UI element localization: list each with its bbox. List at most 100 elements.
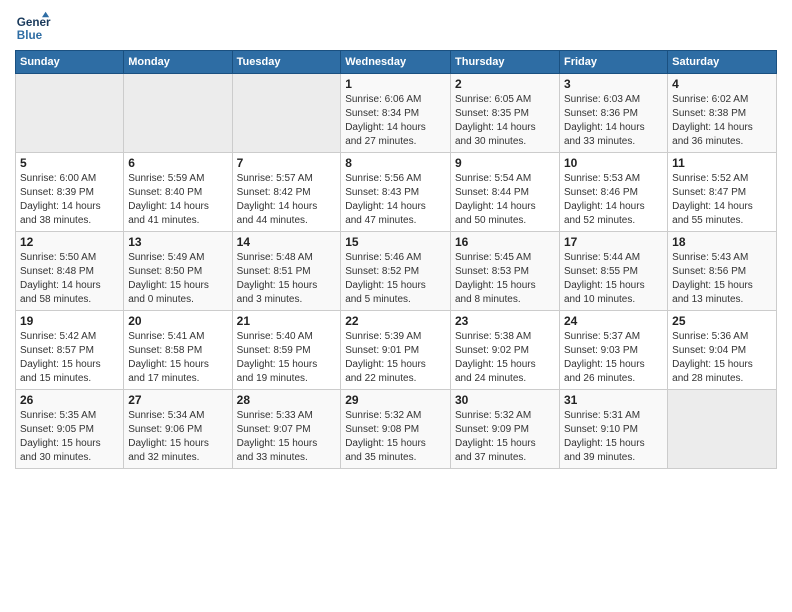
day-info: Sunrise: 5:44 AM Sunset: 8:55 PM Dayligh… — [564, 251, 663, 307]
svg-text:General: General — [17, 16, 51, 29]
calendar-cell: 17 Sunrise: 5:44 AM Sunset: 8:55 PM Dayli… — [559, 232, 667, 311]
dow-header: Sunday — [16, 51, 124, 74]
day-info: Sunrise: 5:42 AM Sunset: 8:57 PM Dayligh… — [20, 330, 119, 386]
calendar-cell: 28Sunrise: 5:33 AM Sunset: 9:07 PM Dayli… — [232, 390, 341, 469]
day-info: Sunrise: 6:06 AM Sunset: 8:34 PM Dayligh… — [345, 93, 446, 149]
dow-header: Wednesday — [341, 51, 451, 74]
day-number: 31 — [564, 393, 663, 407]
dow-header: Thursday — [451, 51, 560, 74]
day-info: Sunrise: 5:32 AM Sunset: 9:09 PM Dayligh… — [455, 409, 555, 465]
day-number: 27 — [128, 393, 227, 407]
page-header: General Blue — [15, 10, 777, 46]
dow-header: Friday — [559, 51, 667, 74]
day-number: 22 — [345, 314, 446, 328]
day-info: Sunrise: 6:03 AM Sunset: 8:36 PM Dayligh… — [564, 93, 663, 149]
calendar-cell: 22Sunrise: 5:39 AM Sunset: 9:01 PM Dayli… — [341, 311, 451, 390]
day-info: Sunrise: 5:37 AM Sunset: 9:03 PM Dayligh… — [564, 330, 663, 386]
day-info: Sunrise: 5:48 AM Sunset: 8:51 PM Dayligh… — [237, 251, 337, 307]
day-number: 16 — [455, 235, 555, 249]
calendar-cell — [124, 74, 232, 153]
calendar-cell — [16, 74, 124, 153]
calendar-cell: 3 Sunrise: 6:03 AM Sunset: 8:36 PM Daylig… — [559, 74, 667, 153]
day-info: Sunrise: 5:45 AM Sunset: 8:53 PM Dayligh… — [455, 251, 555, 307]
day-number: 8 — [345, 156, 446, 170]
calendar-cell: 7 Sunrise: 5:57 AM Sunset: 8:42 PM Daylig… — [232, 153, 341, 232]
day-number: 26 — [20, 393, 119, 407]
day-number: 21 — [237, 314, 337, 328]
calendar-cell: 14 Sunrise: 5:48 AM Sunset: 8:51 PM Dayli… — [232, 232, 341, 311]
day-info: Sunrise: 5:57 AM Sunset: 8:42 PM Dayligh… — [237, 172, 337, 228]
day-number: 1 — [345, 77, 446, 91]
day-number: 30 — [455, 393, 555, 407]
calendar-cell: 30 Sunrise: 5:32 AM Sunset: 9:09 PM Dayli… — [451, 390, 560, 469]
day-info: Sunrise: 5:43 AM Sunset: 8:56 PM Dayligh… — [672, 251, 772, 307]
calendar-cell: 18 Sunrise: 5:43 AM Sunset: 8:56 PM Dayli… — [668, 232, 777, 311]
calendar-cell: 11 Sunrise: 5:52 AM Sunset: 8:47 PM Dayli… — [668, 153, 777, 232]
day-number: 9 — [455, 156, 555, 170]
calendar-cell: 4Sunrise: 6:02 AM Sunset: 8:38 PM Daylig… — [668, 74, 777, 153]
day-info: Sunrise: 6:00 AM Sunset: 8:39 PM Dayligh… — [20, 172, 119, 228]
day-number: 2 — [455, 77, 555, 91]
day-info: Sunrise: 5:53 AM Sunset: 8:46 PM Dayligh… — [564, 172, 663, 228]
calendar-cell: 8 Sunrise: 5:56 AM Sunset: 8:43 PM Daylig… — [341, 153, 451, 232]
calendar-cell: 6 Sunrise: 5:59 AM Sunset: 8:40 PM Daylig… — [124, 153, 232, 232]
day-info: Sunrise: 5:56 AM Sunset: 8:43 PM Dayligh… — [345, 172, 446, 228]
day-info: Sunrise: 5:52 AM Sunset: 8:47 PM Dayligh… — [672, 172, 772, 228]
dow-header: Tuesday — [232, 51, 341, 74]
day-number: 10 — [564, 156, 663, 170]
dow-header: Monday — [124, 51, 232, 74]
calendar-cell — [232, 74, 341, 153]
day-number: 29 — [345, 393, 446, 407]
day-number: 17 — [564, 235, 663, 249]
day-info: Sunrise: 5:35 AM Sunset: 9:05 PM Dayligh… — [20, 409, 119, 465]
calendar-cell: 31 Sunrise: 5:31 AM Sunset: 9:10 PM Dayli… — [559, 390, 667, 469]
svg-text:Blue: Blue — [17, 29, 43, 42]
calendar-cell — [668, 390, 777, 469]
day-number: 20 — [128, 314, 227, 328]
calendar-cell: 19 Sunrise: 5:42 AM Sunset: 8:57 PM Dayli… — [16, 311, 124, 390]
calendar-cell: 20 Sunrise: 5:41 AM Sunset: 8:58 PM Dayli… — [124, 311, 232, 390]
dow-header: Saturday — [668, 51, 777, 74]
day-number: 18 — [672, 235, 772, 249]
calendar-cell: 13 Sunrise: 5:49 AM Sunset: 8:50 PM Dayli… — [124, 232, 232, 311]
day-number: 11 — [672, 156, 772, 170]
calendar-cell: 27 Sunrise: 5:34 AM Sunset: 9:06 PM Dayli… — [124, 390, 232, 469]
calendar-cell: 10 Sunrise: 5:53 AM Sunset: 8:46 PM Dayli… — [559, 153, 667, 232]
day-number: 12 — [20, 235, 119, 249]
calendar-table: SundayMondayTuesdayWednesdayThursdayFrid… — [15, 50, 777, 469]
day-info: Sunrise: 5:49 AM Sunset: 8:50 PM Dayligh… — [128, 251, 227, 307]
day-number: 7 — [237, 156, 337, 170]
day-number: 19 — [20, 314, 119, 328]
day-number: 15 — [345, 235, 446, 249]
day-number: 6 — [128, 156, 227, 170]
day-info: Sunrise: 5:46 AM Sunset: 8:52 PM Dayligh… — [345, 251, 446, 307]
day-number: 13 — [128, 235, 227, 249]
day-info: Sunrise: 5:54 AM Sunset: 8:44 PM Dayligh… — [455, 172, 555, 228]
day-info: Sunrise: 6:05 AM Sunset: 8:35 PM Dayligh… — [455, 93, 555, 149]
day-info: Sunrise: 5:41 AM Sunset: 8:58 PM Dayligh… — [128, 330, 227, 386]
day-number: 28 — [237, 393, 337, 407]
day-info: Sunrise: 5:40 AM Sunset: 8:59 PM Dayligh… — [237, 330, 337, 386]
calendar-cell: 26 Sunrise: 5:35 AM Sunset: 9:05 PM Dayli… — [16, 390, 124, 469]
day-number: 24 — [564, 314, 663, 328]
day-number: 3 — [564, 77, 663, 91]
calendar-cell: 12Sunrise: 5:50 AM Sunset: 8:48 PM Dayli… — [16, 232, 124, 311]
calendar-cell: 29 Sunrise: 5:32 AM Sunset: 9:08 PM Dayli… — [341, 390, 451, 469]
day-info: Sunrise: 5:36 AM Sunset: 9:04 PM Dayligh… — [672, 330, 772, 386]
day-info: Sunrise: 6:02 AM Sunset: 8:38 PM Dayligh… — [672, 93, 772, 149]
calendar-cell: 23Sunrise: 5:38 AM Sunset: 9:02 PM Dayli… — [451, 311, 560, 390]
logo: General Blue — [15, 10, 51, 46]
day-number: 14 — [237, 235, 337, 249]
calendar-cell: 1 Sunrise: 6:06 AM Sunset: 8:34 PM Daylig… — [341, 74, 451, 153]
calendar-cell: 21 Sunrise: 5:40 AM Sunset: 8:59 PM Dayli… — [232, 311, 341, 390]
calendar-cell: 24 Sunrise: 5:37 AM Sunset: 9:03 PM Dayli… — [559, 311, 667, 390]
day-info: Sunrise: 5:31 AM Sunset: 9:10 PM Dayligh… — [564, 409, 663, 465]
day-number: 5 — [20, 156, 119, 170]
day-number: 25 — [672, 314, 772, 328]
day-info: Sunrise: 5:32 AM Sunset: 9:08 PM Dayligh… — [345, 409, 446, 465]
day-info: Sunrise: 5:59 AM Sunset: 8:40 PM Dayligh… — [128, 172, 227, 228]
calendar-cell: 2 Sunrise: 6:05 AM Sunset: 8:35 PM Daylig… — [451, 74, 560, 153]
calendar-cell: 9 Sunrise: 5:54 AM Sunset: 8:44 PM Daylig… — [451, 153, 560, 232]
calendar-cell: 15 Sunrise: 5:46 AM Sunset: 8:52 PM Dayli… — [341, 232, 451, 311]
day-info: Sunrise: 5:34 AM Sunset: 9:06 PM Dayligh… — [128, 409, 227, 465]
